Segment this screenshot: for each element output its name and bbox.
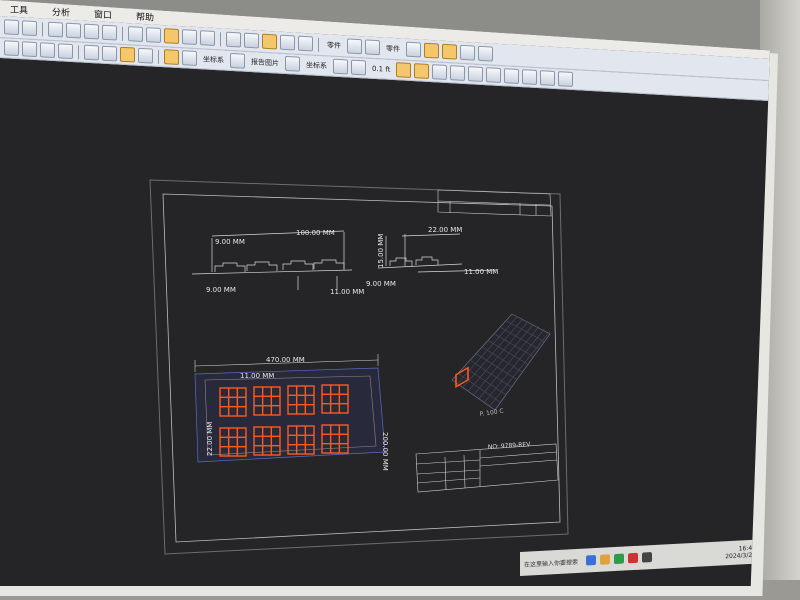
toolbar-label[interactable]: 零件	[324, 40, 344, 51]
dimension-text: 11.00 MM	[330, 288, 364, 296]
clock-date: 2024/3/26	[725, 551, 756, 561]
toolbar-separator	[122, 26, 123, 41]
fit-view-icon[interactable]	[262, 33, 277, 50]
plan-view	[194, 367, 386, 463]
cad-viewport[interactable]: 9.00 MM 100.00 MM 15.00 MM 22.00 MM 9.00…	[0, 60, 770, 586]
zoom-in-icon[interactable]	[226, 31, 241, 48]
part-icon[interactable]	[347, 38, 362, 55]
toolbar-separator	[318, 37, 319, 52]
drawing-sheet: 9.00 MM 100.00 MM 15.00 MM 22.00 MM 9.00…	[149, 179, 569, 555]
wechat-icon[interactable]	[614, 553, 624, 565]
taskbar-search[interactable]: 在这里输入你要搜索	[524, 556, 582, 568]
dimension-text: 9.00 MM	[366, 280, 396, 288]
measure-icon[interactable]	[164, 28, 179, 45]
undo-icon[interactable]	[4, 19, 19, 36]
toolbar-separator	[220, 31, 221, 46]
dimension-text: 100.00 MM	[296, 229, 335, 237]
rotate-icon[interactable]	[182, 29, 197, 46]
menu-tools[interactable]: 工具	[10, 2, 28, 16]
view-front-icon[interactable]	[280, 34, 295, 51]
pan-icon[interactable]	[200, 30, 215, 47]
iso-view-icon[interactable]	[58, 43, 73, 60]
folder-icon[interactable]	[600, 554, 610, 565]
layer-icon[interactable]	[460, 44, 475, 61]
redo-icon[interactable]	[22, 20, 37, 37]
new-file-icon[interactable]	[48, 21, 63, 38]
profile-dimensions: 9.00 MM 100.00 MM 15.00 MM 22.00 MM 9.00…	[206, 226, 498, 296]
edge-icon[interactable]	[586, 555, 596, 566]
taskbar-clock: 16:48 2024/3/26	[725, 545, 756, 561]
dimension-text: 22.00 MM	[206, 422, 214, 456]
select-icon[interactable]	[146, 27, 161, 44]
toolbar-separator	[78, 44, 79, 59]
toolbar-separator	[42, 21, 43, 36]
dimension-text: 11.00 MM	[240, 372, 274, 380]
isometric-view: P. 100 C	[451, 313, 551, 418]
toolbar-label[interactable]: 零件	[383, 43, 403, 54]
drawing-number: NO: 9789-REV	[488, 441, 532, 451]
dimension-text: 200.00 MM	[381, 432, 389, 471]
dimension-text: 11.00 MM	[464, 268, 498, 276]
view-top-icon[interactable]	[298, 35, 313, 52]
light-bulb-icon[interactable]	[128, 26, 143, 42]
menu-analyze[interactable]: 分析	[52, 4, 70, 18]
iso-view-label: P. 100 C	[479, 408, 504, 418]
cad-app-icon[interactable]	[642, 552, 652, 563]
menu-help[interactable]: 帮助	[136, 9, 154, 23]
menu-window[interactable]: 窗口	[94, 7, 112, 21]
z-axis-icon[interactable]	[40, 42, 55, 59]
snap-icon[interactable]	[406, 41, 421, 58]
open-file-icon[interactable]	[66, 22, 81, 39]
shade-icon[interactable]	[84, 44, 99, 61]
app-icon[interactable]	[628, 552, 638, 564]
x-axis-icon[interactable]	[4, 40, 19, 57]
title-block	[415, 443, 559, 493]
close-view-icon[interactable]	[424, 42, 439, 59]
print-icon[interactable]	[102, 24, 117, 41]
dimension-text: 9.00 MM	[206, 286, 236, 294]
zoom-out-icon[interactable]	[244, 32, 259, 49]
edit-icon[interactable]	[442, 43, 457, 60]
y-axis-icon[interactable]	[22, 41, 37, 58]
dimension-text: 9.00 MM	[215, 238, 245, 246]
monitor-screen: 工具 分析 窗口 帮助 零件 零件 坐标系 报告图片 坐标系 0.1 ft 9.…	[0, 0, 770, 586]
dimension-text: 22.00 MM	[428, 226, 462, 234]
dimension-text: 15.00 MM	[377, 234, 385, 268]
save-icon[interactable]	[84, 23, 99, 40]
dimension-icon[interactable]	[365, 39, 380, 56]
